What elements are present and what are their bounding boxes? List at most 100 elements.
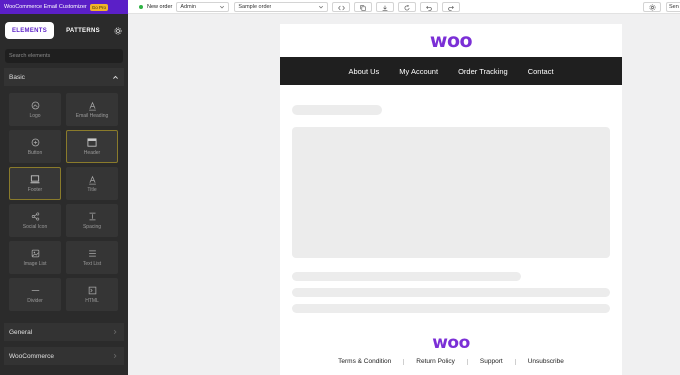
recipient-select-value: Admin bbox=[180, 3, 196, 10]
block-divider[interactable]: Divider bbox=[9, 278, 61, 311]
download-icon bbox=[382, 0, 388, 16]
block-footer[interactable]: Footer bbox=[9, 167, 61, 200]
settings-gear-icon[interactable] bbox=[113, 26, 123, 36]
chevron-down-icon bbox=[219, 4, 225, 10]
gear-icon bbox=[649, 0, 656, 16]
chevron-up-icon bbox=[111, 73, 119, 81]
top-toolbar: New order Admin Sample order Sen bbox=[128, 0, 680, 14]
block-label: Footer bbox=[27, 186, 43, 193]
go-pro-badge[interactable]: Go Pro bbox=[89, 3, 108, 11]
email-footer-logo[interactable]: woo bbox=[280, 333, 622, 353]
recipient-select[interactable]: Admin bbox=[176, 1, 230, 12]
send-test-button[interactable]: Sen bbox=[666, 1, 680, 12]
block-label: Text List bbox=[82, 260, 102, 267]
block-label: HTML bbox=[85, 297, 99, 304]
footer-link-terms[interactable]: Terms & Condition bbox=[338, 358, 391, 365]
email-header-logo[interactable]: woo bbox=[280, 24, 622, 57]
block-label: Header bbox=[83, 149, 101, 156]
code-view-button[interactable] bbox=[332, 1, 351, 12]
chevron-right-icon bbox=[111, 352, 119, 360]
spacing-icon bbox=[87, 212, 97, 222]
email-footer-links: Terms & Condition Return Policy Support … bbox=[280, 358, 622, 365]
footer-icon bbox=[30, 175, 40, 185]
block-logo[interactable]: Logo bbox=[9, 93, 61, 126]
chevron-down-icon bbox=[318, 4, 324, 10]
block-label: Email Heading bbox=[75, 112, 109, 119]
status-dot bbox=[139, 4, 143, 9]
placeholder-heading bbox=[292, 105, 382, 115]
section-general-label: General bbox=[9, 328, 33, 336]
block-image-list[interactable]: Image List bbox=[9, 241, 61, 274]
block-header[interactable]: Header bbox=[66, 130, 118, 163]
divider-icon bbox=[30, 286, 40, 296]
image-list-icon bbox=[30, 249, 40, 259]
woo-logo: woo bbox=[432, 333, 470, 353]
chevron-right-icon bbox=[111, 328, 119, 336]
duplicate-button[interactable] bbox=[354, 1, 373, 12]
app-root: WooCommerce Email Customizer Go Pro ELEM… bbox=[0, 0, 680, 375]
section-woocommerce-header[interactable]: WooCommerce bbox=[4, 347, 124, 365]
undo-icon bbox=[426, 0, 433, 16]
download-button[interactable] bbox=[376, 1, 395, 12]
footer-link-unsubscribe[interactable]: Unsubscribe bbox=[528, 358, 564, 365]
logo-icon bbox=[30, 101, 40, 111]
email-nav-menu[interactable]: About Us My Account Order Tracking Conta… bbox=[280, 57, 622, 85]
text-list-icon bbox=[87, 249, 97, 259]
email-type-label: New order bbox=[147, 3, 173, 10]
code-icon bbox=[338, 0, 345, 16]
placeholder-content-block bbox=[292, 127, 610, 258]
block-label: Social Icon bbox=[22, 223, 48, 230]
footer-link-return-policy[interactable]: Return Policy bbox=[416, 358, 455, 365]
section-woocommerce-label: WooCommerce bbox=[9, 352, 55, 360]
button-icon bbox=[30, 138, 40, 148]
search-input[interactable] bbox=[9, 53, 123, 59]
refresh-icon bbox=[404, 0, 410, 16]
element-search bbox=[5, 49, 123, 63]
block-email-heading[interactable]: Email Heading bbox=[66, 93, 118, 126]
undo-button[interactable] bbox=[420, 1, 439, 12]
footer-link-support[interactable]: Support bbox=[480, 358, 503, 365]
placeholder-line bbox=[292, 288, 610, 297]
nav-link-about-us[interactable]: About Us bbox=[338, 67, 389, 76]
sidebar: WooCommerce Email Customizer Go Pro ELEM… bbox=[0, 0, 128, 375]
share-icon bbox=[30, 212, 40, 222]
basic-blocks-grid: Logo Email Heading Button Header Footer … bbox=[9, 93, 119, 311]
block-button[interactable]: Button bbox=[9, 130, 61, 163]
settings-button[interactable] bbox=[643, 1, 661, 12]
email-preview: woo About Us My Account Order Tracking C… bbox=[280, 24, 622, 375]
order-select[interactable]: Sample order bbox=[234, 1, 329, 12]
section-general-header[interactable]: General bbox=[4, 323, 124, 341]
divider bbox=[466, 358, 468, 365]
block-label: Image List bbox=[23, 260, 47, 267]
order-select-value: Sample order bbox=[238, 3, 272, 10]
html-icon bbox=[87, 286, 97, 296]
divider bbox=[403, 358, 405, 365]
block-title[interactable]: Title bbox=[66, 167, 118, 200]
nav-link-my-account[interactable]: My Account bbox=[389, 67, 448, 76]
block-social-icon[interactable]: Social Icon bbox=[9, 204, 61, 237]
tab-patterns[interactable]: PATTERNS bbox=[58, 22, 108, 39]
block-html[interactable]: HTML bbox=[66, 278, 118, 311]
header-icon bbox=[87, 138, 97, 148]
brand-bar: WooCommerce Email Customizer Go Pro bbox=[0, 0, 128, 14]
reset-button[interactable] bbox=[398, 1, 417, 12]
nav-link-order-tracking[interactable]: Order Tracking bbox=[448, 67, 518, 76]
divider bbox=[514, 358, 516, 365]
section-basic-header[interactable]: Basic bbox=[4, 68, 124, 86]
block-spacing[interactable]: Spacing bbox=[66, 204, 118, 237]
block-label: Divider bbox=[27, 297, 43, 304]
block-label: Logo bbox=[29, 112, 41, 119]
block-label: Title bbox=[87, 186, 97, 193]
woo-logo: woo bbox=[429, 29, 473, 52]
nav-link-contact[interactable]: Contact bbox=[518, 67, 564, 76]
heading-icon bbox=[87, 101, 97, 111]
app-title: WooCommerce Email Customizer bbox=[4, 4, 87, 10]
block-label: Button bbox=[27, 149, 43, 156]
redo-button[interactable] bbox=[442, 1, 461, 12]
placeholder-line bbox=[292, 272, 521, 281]
block-text-list[interactable]: Text List bbox=[66, 241, 118, 274]
section-basic-label: Basic bbox=[9, 73, 25, 81]
tab-elements[interactable]: ELEMENTS bbox=[5, 22, 54, 39]
placeholder-line bbox=[292, 304, 610, 313]
redo-icon bbox=[448, 0, 455, 16]
